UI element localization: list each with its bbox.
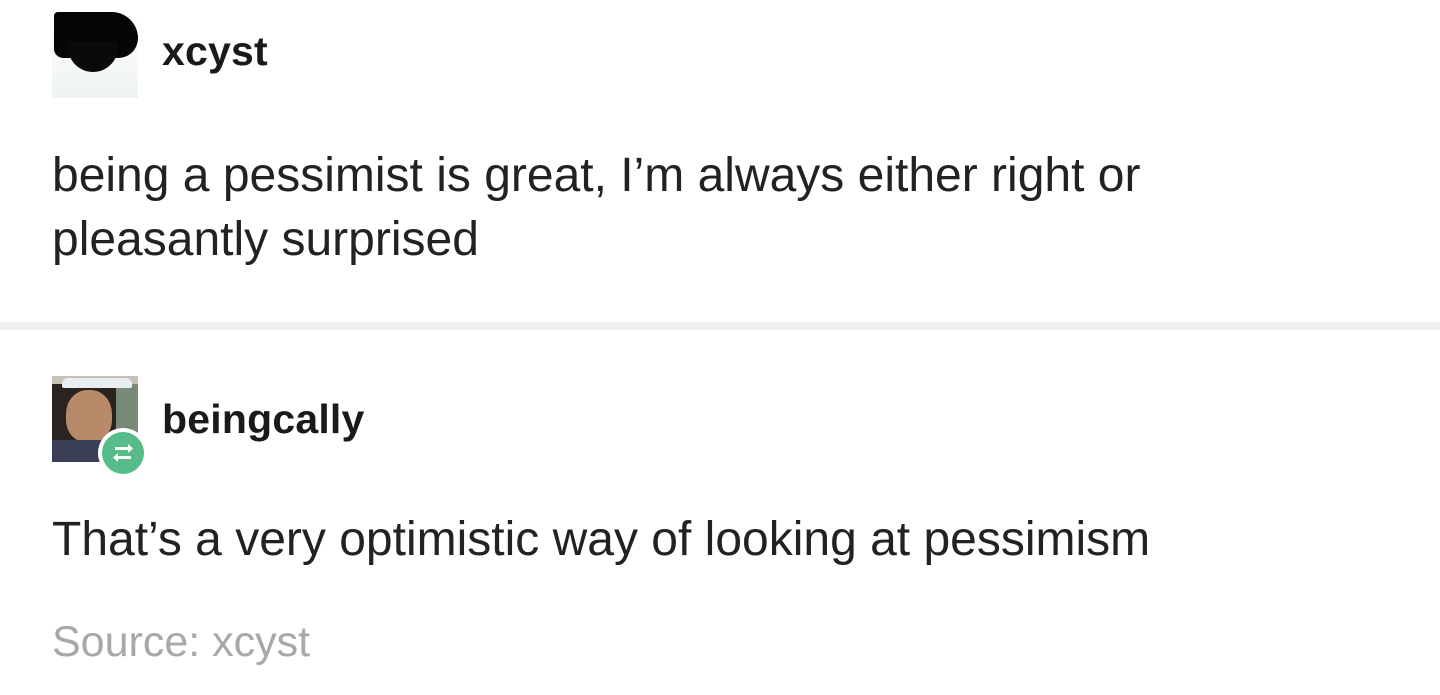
source-label: Source: [52,618,201,666]
source-attribution[interactable]: Source: xcyst [52,618,310,667]
username-xcyst[interactable]: xcyst [162,28,268,75]
original-post: xcyst being a pessimist is great, I’m al… [0,0,1440,322]
reblog-badge [98,428,148,478]
username-beingcally[interactable]: beingcally [162,396,365,443]
post-text-line: pleasantly surprised [52,213,479,266]
post-divider [0,322,1440,330]
avatar-shape [68,42,118,72]
reblog-icon [113,444,133,462]
reblog-text: That’s a very optimistic way of looking … [52,513,1151,566]
source-link[interactable]: xcyst [212,618,310,666]
original-post-text: being a pessimist is great, I’m always e… [52,144,1392,272]
avatar-xcyst[interactable] [52,12,138,98]
post-text-line: being a pessimist is great, I’m always e… [52,149,1141,202]
reblog-post: beingcally That’s a very optimistic way … [0,330,1440,695]
avatar-shape [62,378,132,388]
